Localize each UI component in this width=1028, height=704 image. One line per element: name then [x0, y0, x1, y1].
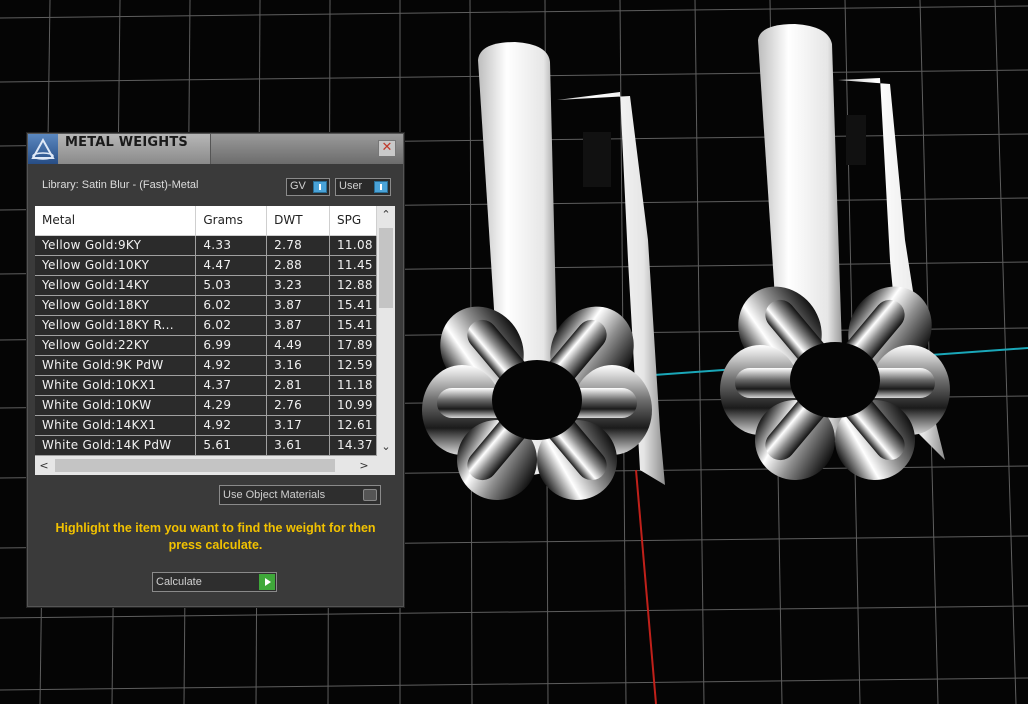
cell-spg: 12.59	[329, 355, 377, 376]
cell-metal: Yellow Gold:18KY R...	[35, 315, 197, 336]
chevron-up-icon[interactable]: ⌃	[377, 206, 395, 224]
cell-metal: White Gold:10KX1	[35, 375, 197, 396]
cell-dwt: 2.76	[266, 395, 330, 416]
cell-dwt: 4.49	[266, 335, 330, 356]
instruction-text: Highlight the item you want to find the …	[55, 521, 376, 552]
panel-titlebar[interactable]: METAL WEIGHTS ✕	[28, 134, 403, 164]
cell-metal: White Gold:14KX1	[35, 415, 197, 436]
cell-grams: 4.29	[195, 395, 268, 416]
vertical-scroll-thumb[interactable]	[379, 228, 393, 308]
cell-grams: 4.92	[195, 415, 268, 436]
cell-dwt: 3.87	[266, 315, 330, 336]
table-row[interactable]: Yellow Gold:10KY 4.47 2.88 11.45	[35, 255, 377, 276]
table-row[interactable]: Yellow Gold:18KY R... 6.02 3.87 15.41	[35, 315, 377, 336]
cell-spg: 15.41	[329, 295, 377, 316]
earring-right[interactable]	[720, 24, 950, 495]
chevron-left-icon[interactable]: <	[35, 456, 53, 475]
cell-dwt: 3.16	[266, 355, 330, 376]
calculate-button[interactable]: Calculate	[152, 572, 277, 592]
user-toggle-label: User	[339, 180, 363, 192]
horizontal-scrollbar[interactable]: < >	[35, 456, 395, 475]
table-row[interactable]: White Gold:14K PdW 5.61 3.61 14.37	[35, 435, 377, 456]
play-icon	[259, 574, 275, 590]
calculate-label: Calculate	[156, 576, 202, 588]
table-row[interactable]: White Gold:10KW 4.29 2.76 10.99	[35, 395, 377, 416]
cell-grams: 4.92	[195, 355, 268, 376]
metal-table: Metal Grams DWT SPG Yellow Gold:9KY 4.33 2…	[35, 206, 395, 475]
cell-metal: Yellow Gold:18KY	[35, 295, 197, 316]
use-object-materials-label: Use Object Materials	[223, 489, 326, 501]
cell-spg: 17.89	[329, 335, 377, 356]
column-header-metal[interactable]: Metal	[35, 206, 197, 236]
use-object-materials-toggle[interactable]: Use Object Materials	[219, 485, 381, 505]
column-header-dwt[interactable]: DWT	[266, 206, 330, 236]
cell-metal: Yellow Gold:14KY	[35, 275, 197, 296]
cell-grams: 4.33	[195, 235, 268, 256]
close-icon[interactable]: ✕	[378, 140, 396, 157]
panel-title: METAL WEIGHTS	[65, 135, 188, 150]
toggle-switch-icon	[313, 181, 327, 193]
cell-grams: 5.03	[195, 275, 268, 296]
table-row[interactable]: White Gold:9K PdW 4.92 3.16 12.59	[35, 355, 377, 376]
table-row[interactable]: White Gold:10KX1 4.37 2.81 11.18	[35, 375, 377, 396]
table-row[interactable]: Yellow Gold:22KY 6.99 4.49 17.89	[35, 335, 377, 356]
radio-icon	[363, 489, 377, 501]
earring-left[interactable]	[422, 42, 665, 515]
app-logo-icon	[28, 134, 58, 164]
cell-spg: 12.61	[329, 415, 377, 436]
cell-spg: 11.08	[329, 235, 377, 256]
cell-spg: 12.88	[329, 275, 377, 296]
cell-spg: 15.41	[329, 315, 377, 336]
cell-spg: 11.18	[329, 375, 377, 396]
cell-grams: 6.02	[195, 295, 268, 316]
cell-metal: Yellow Gold:10KY	[35, 255, 197, 276]
y-axis-line	[635, 469, 657, 704]
cell-dwt: 2.88	[266, 255, 330, 276]
cell-metal: Yellow Gold:22KY	[35, 335, 197, 356]
chevron-right-icon[interactable]: >	[355, 456, 373, 475]
cell-dwt: 3.87	[266, 295, 330, 316]
cell-dwt: 3.61	[266, 435, 330, 456]
column-header-spg[interactable]: SPG	[329, 206, 377, 236]
vertical-scrollbar[interactable]: ⌃ ⌄	[377, 206, 395, 456]
horizontal-scroll-thumb[interactable]	[55, 459, 335, 472]
cell-spg: 10.99	[329, 395, 377, 416]
cell-grams: 5.61	[195, 435, 268, 456]
cell-grams: 4.37	[195, 375, 268, 396]
cell-metal: White Gold:9K PdW	[35, 355, 197, 376]
cell-metal: White Gold:10KW	[35, 395, 197, 416]
cell-metal: White Gold:14K PdW	[35, 435, 197, 456]
chevron-down-icon[interactable]: ⌄	[377, 438, 395, 456]
table-row[interactable]: Yellow Gold:14KY 5.03 3.23 12.88	[35, 275, 377, 296]
cell-grams: 4.47	[195, 255, 268, 276]
table-header-row: Metal Grams DWT SPG	[35, 206, 377, 236]
cell-grams: 6.02	[195, 315, 268, 336]
metal-weights-panel: METAL WEIGHTS ✕ Library: Satin Blur - (F…	[27, 133, 404, 607]
toggle-switch-icon	[374, 181, 388, 193]
table-row[interactable]: Yellow Gold:9KY 4.33 2.78 11.08	[35, 235, 377, 256]
table-row[interactable]: White Gold:14KX1 4.92 3.17 12.61	[35, 415, 377, 436]
user-toggle[interactable]: User	[335, 178, 391, 196]
gv-toggle-label: GV	[290, 180, 306, 192]
column-header-grams[interactable]: Grams	[195, 206, 268, 236]
cell-dwt: 2.81	[266, 375, 330, 396]
cell-metal: Yellow Gold:9KY	[35, 235, 197, 256]
cell-grams: 6.99	[195, 335, 268, 356]
table-row[interactable]: Yellow Gold:18KY 6.02 3.87 15.41	[35, 295, 377, 316]
cell-dwt: 2.78	[266, 235, 330, 256]
gv-toggle[interactable]: GV	[286, 178, 330, 196]
cell-spg: 14.37	[329, 435, 377, 456]
cell-spg: 11.45	[329, 255, 377, 276]
cell-dwt: 3.23	[266, 275, 330, 296]
cell-dwt: 3.17	[266, 415, 330, 436]
library-label: Library: Satin Blur - (Fast)-Metal	[42, 179, 199, 191]
